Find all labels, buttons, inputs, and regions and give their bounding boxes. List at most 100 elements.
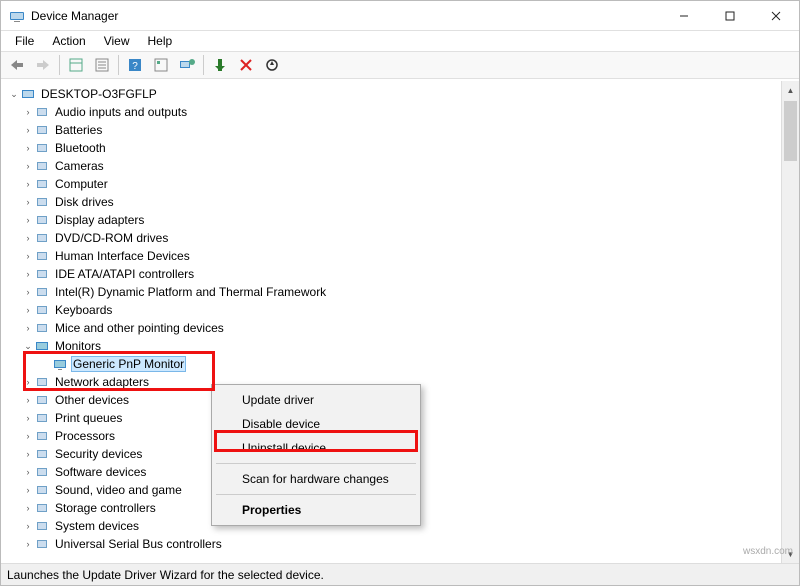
tree-node[interactable]: › Audio inputs and outputs [9,103,779,121]
status-bar: Launches the Update Driver Wizard for th… [1,563,799,585]
cm-uninstall-device[interactable]: Uninstall device [214,436,418,460]
device-icon [34,410,50,426]
expand-icon[interactable]: › [23,449,33,459]
scroll-thumb[interactable] [784,101,797,161]
device-icon [34,122,50,138]
tree-label: Intel(R) Dynamic Platform and Thermal Fr… [53,284,328,300]
expand-icon[interactable]: › [23,431,33,441]
tree-node[interactable]: ⌄ Monitors [9,337,779,355]
update-driver-button[interactable] [175,53,199,77]
expand-icon[interactable]: › [23,287,33,297]
status-text: Launches the Update Driver Wizard for th… [7,568,324,582]
cm-scan-hardware[interactable]: Scan for hardware changes [214,467,418,491]
toolbar: ? [1,51,799,79]
device-icon [34,374,50,390]
tree-label: Computer [53,176,110,192]
tree-label: Monitors [53,338,103,354]
menu-action[interactable]: Action [44,32,93,50]
tree-node[interactable]: ›DVD/CD-ROM drives [9,229,779,247]
expand-icon[interactable]: › [23,413,33,423]
scan-hardware-button[interactable] [260,53,284,77]
cm-disable-device[interactable]: Disable device [214,412,418,436]
cm-properties[interactable]: Properties [214,498,418,522]
tree-root[interactable]: ⌄ DESKTOP-O3FGFLP [9,85,779,103]
show-hidden-button[interactable] [64,53,88,77]
expand-icon[interactable]: › [23,521,33,531]
menu-file[interactable]: File [7,32,42,50]
title-bar: Device Manager [1,1,799,31]
device-icon [34,212,50,228]
device-icon [34,104,50,120]
tree-node[interactable]: ›Bluetooth [9,139,779,157]
menu-help[interactable]: Help [140,32,181,50]
expand-icon[interactable]: › [23,305,33,315]
device-icon [34,230,50,246]
app-icon [9,8,25,24]
tree-node[interactable]: › IDE ATA/ATAPI controllers [9,265,779,283]
tree-label: Audio inputs and outputs [53,104,189,120]
tree-node[interactable]: › Computer [9,175,779,193]
scroll-up-icon[interactable]: ▲ [782,81,799,99]
context-menu: Update driver Disable device Uninstall d… [211,384,421,526]
tree-node[interactable]: ›Disk drives [9,193,779,211]
watermark: wsxdn.com [743,546,793,557]
forward-button[interactable] [31,53,55,77]
tree-label: Other devices [53,392,131,408]
enable-button[interactable] [208,53,232,77]
device-icon [34,500,50,516]
minimize-button[interactable] [661,1,707,31]
view-button[interactable] [149,53,173,77]
tree-node[interactable]: › Human Interface Devices [9,247,779,265]
device-icon [34,536,50,552]
menu-view[interactable]: View [96,32,138,50]
expand-icon[interactable]: › [23,395,33,405]
help-button[interactable]: ? [123,53,147,77]
expand-icon[interactable]: › [23,161,33,171]
expand-icon[interactable]: › [23,215,33,225]
device-icon [34,320,50,336]
tree-node[interactable]: ›Batteries [9,121,779,139]
tree-node[interactable]: ›Mice and other pointing devices [9,319,779,337]
tree-label: Generic PnP Monitor [71,356,186,372]
expand-icon[interactable]: › [23,539,33,549]
tree-label: Human Interface Devices [53,248,192,264]
tree-node[interactable]: ›Cameras [9,157,779,175]
expand-icon[interactable]: › [23,269,33,279]
expand-icon[interactable]: ⌄ [23,341,33,352]
expand-icon[interactable]: › [23,323,33,333]
tree-label: Security devices [53,446,144,462]
vertical-scrollbar[interactable]: ▲ ▼ [781,81,799,563]
tree-node[interactable]: Generic PnP Monitor [9,355,779,373]
tree-label: Sound, video and game [53,482,184,498]
tree-node[interactable]: › Intel(R) Dynamic Platform and Thermal F… [9,283,779,301]
expand-icon[interactable]: › [23,143,33,153]
back-button[interactable] [5,53,29,77]
tree-node[interactable]: ›Keyboards [9,301,779,319]
expand-icon[interactable]: › [23,179,33,189]
close-button[interactable] [753,1,799,31]
expand-icon[interactable]: ⌄ [9,89,19,100]
device-icon [52,356,68,372]
expand-icon[interactable]: › [23,467,33,477]
cm-separator [216,494,416,495]
expand-icon[interactable]: › [23,485,33,495]
tree-node[interactable]: ›Universal Serial Bus controllers [9,535,779,553]
tree-label: System devices [53,518,141,534]
tree-node[interactable]: › Display adapters [9,211,779,229]
expand-icon[interactable]: › [23,233,33,243]
expand-icon[interactable]: › [23,197,33,207]
expand-icon[interactable]: › [23,125,33,135]
expand-icon[interactable]: › [23,377,33,387]
device-icon [34,518,50,534]
toolbar-separator [203,55,204,75]
cm-update-driver[interactable]: Update driver [214,388,418,412]
tree-label: IDE ATA/ATAPI controllers [53,266,196,282]
expand-icon[interactable]: › [23,503,33,513]
computer-icon [20,86,36,102]
properties-button[interactable] [90,53,114,77]
expand-icon[interactable]: › [23,107,33,117]
tree-label: Display adapters [53,212,146,228]
expand-icon[interactable]: › [23,251,33,261]
uninstall-button[interactable] [234,53,258,77]
maximize-button[interactable] [707,1,753,31]
